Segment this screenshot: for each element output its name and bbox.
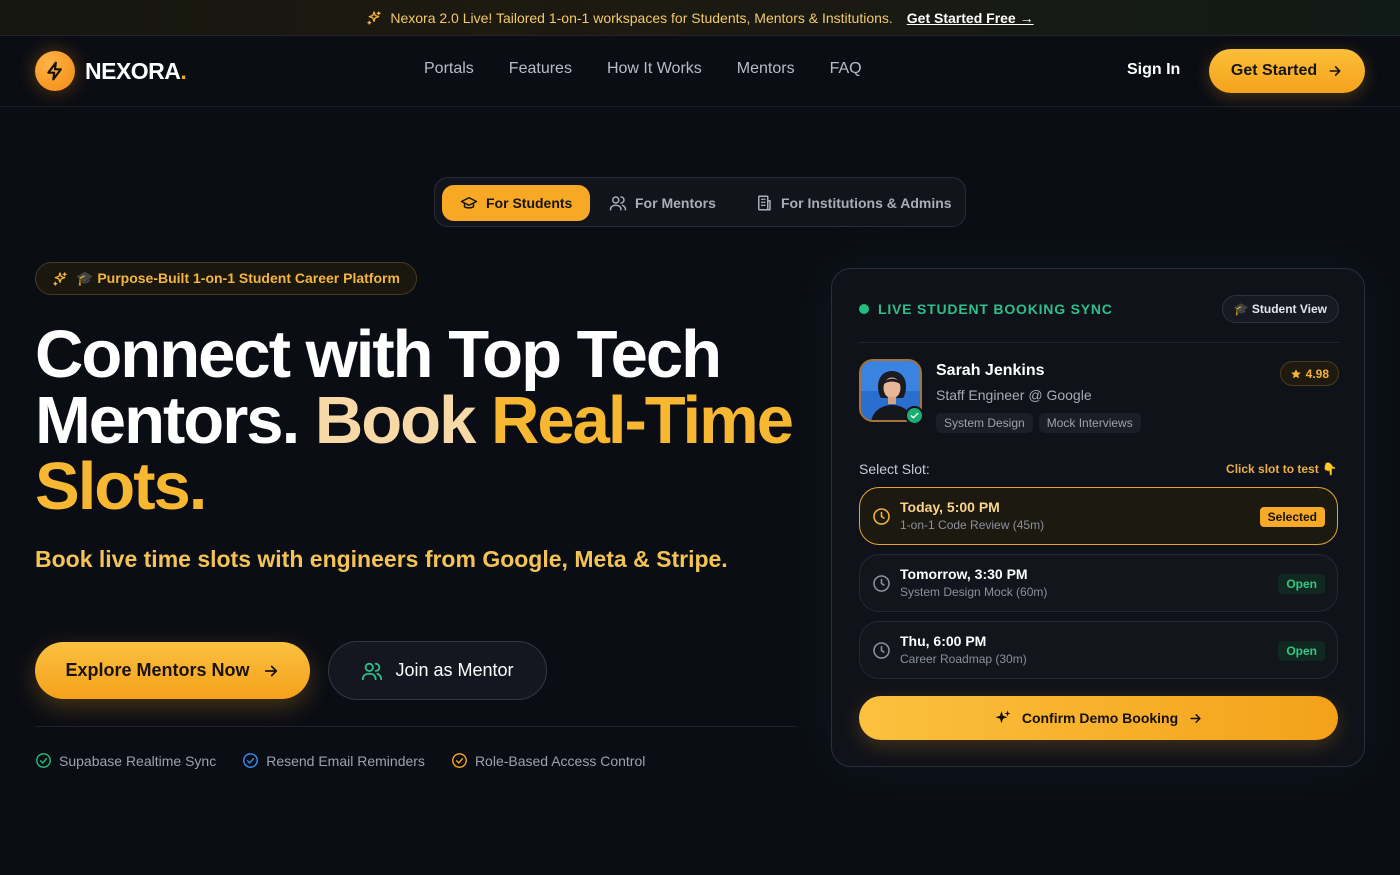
bolt-icon (35, 51, 75, 91)
join-as-mentor-button[interactable]: Join as Mentor (328, 641, 547, 700)
slot-time: Tomorrow, 3:30 PM (900, 566, 1028, 582)
check-circle-icon (35, 752, 52, 769)
slot-detail: System Design Mock (60m) (900, 585, 1048, 599)
badge-text: 🎓 Purpose-Built 1-on-1 Student Career Pl… (76, 270, 400, 286)
nav-link-faq[interactable]: FAQ (830, 60, 862, 78)
portal-tabs: For Students For Mentors For Institution… (434, 177, 966, 227)
mentor-tag: Mock Interviews (1038, 413, 1141, 433)
nav-link-mentors[interactable]: Mentors (737, 60, 795, 78)
feature-item: Role-Based Access Control (451, 752, 645, 769)
get-started-label: Get Started (1230, 62, 1318, 79)
explore-mentors-button[interactable]: Explore Mentors Now (35, 642, 310, 699)
arrow-right-icon (1188, 711, 1203, 726)
announcement-bar: Nexora 2.0 Live! Tailored 1-on-1 workspa… (0, 0, 1400, 36)
rating-badge: 4.98 (1279, 361, 1339, 386)
nav-link-features[interactable]: Features (509, 60, 572, 78)
mentor-role: Staff Engineer @ Google (936, 387, 1092, 403)
explore-mentors-label: Explore Mentors Now (65, 660, 250, 680)
live-status: LIVE STUDENT BOOKING SYNC (859, 301, 1113, 317)
feature-label: Supabase Realtime Sync (59, 752, 217, 769)
brand-name: NEXORA. (85, 57, 187, 84)
slot-status-badge: Open (1278, 641, 1325, 661)
live-dot-icon (859, 304, 869, 314)
live-label: LIVE STUDENT BOOKING SYNC (878, 301, 1113, 317)
hero-headline: Connect with Top Tech Mentors. Book Real… (35, 321, 815, 520)
headline-slots: Slots. (35, 449, 207, 524)
slot-detail: 1-on-1 Code Review (45m) (900, 518, 1045, 532)
select-slot-label: Select Slot: (859, 461, 930, 477)
tab-for-institutions[interactable]: For Institutions & Admins (755, 185, 952, 221)
divider (35, 726, 797, 727)
card-header: LIVE STUDENT BOOKING SYNC 🎓 Student View (859, 295, 1339, 343)
tab-for-mentors[interactable]: For Mentors (609, 185, 716, 221)
star-icon (1290, 368, 1302, 380)
headline-line-1: Connect with Top Tech (35, 317, 722, 392)
mentor-profile: Sarah Jenkins Staff Engineer @ Google Sy… (859, 359, 1339, 439)
headline-real-time: Real-Time (490, 383, 794, 458)
nav-link-how-it-works[interactable]: How It Works (607, 60, 702, 78)
student-view-pill[interactable]: 🎓 Student View (1221, 295, 1339, 323)
arrow-right-icon (262, 662, 280, 680)
users-icon (609, 194, 627, 212)
check-circle-icon (242, 752, 259, 769)
booking-card: LIVE STUDENT BOOKING SYNC 🎓 Student View… (831, 268, 1365, 767)
tab-label: For Students (486, 195, 573, 211)
headline-mentors: Mentors. (35, 383, 300, 458)
arrow-right-icon (1327, 63, 1343, 79)
slot-hint: Click slot to test 👇 (1226, 462, 1337, 476)
announcement-link[interactable]: Get Started Free → (907, 10, 1034, 26)
feature-label: Resend Email Reminders (266, 752, 425, 769)
clock-icon (872, 507, 891, 526)
confirm-label: Confirm Demo Booking (1021, 710, 1179, 726)
sparkle-icon (366, 10, 382, 26)
slot-detail: Career Roadmap (30m) (900, 652, 1027, 666)
tab-label: For Institutions & Admins (781, 195, 952, 211)
slot-time: Thu, 6:00 PM (900, 633, 987, 649)
slot-option-thursday[interactable]: Thu, 6:00 PM Career Roadmap (30m) Open (859, 621, 1338, 679)
mentor-name: Sarah Jenkins (936, 362, 1045, 379)
slot-status-badge: Open (1278, 574, 1325, 594)
confirm-booking-button[interactable]: Confirm Demo Booking (859, 696, 1338, 740)
get-started-button[interactable]: Get Started (1209, 49, 1365, 93)
slot-option-tomorrow[interactable]: Tomorrow, 3:30 PM System Design Mock (60… (859, 554, 1338, 612)
mentor-tags: System Design Mock Interviews (936, 413, 1141, 433)
tab-for-students[interactable]: For Students (442, 185, 591, 221)
feature-item: Resend Email Reminders (242, 752, 425, 769)
users-icon (361, 660, 383, 682)
hero-subhead: Book live time slots with engineers from… (35, 546, 728, 572)
slot-time: Today, 5:00 PM (900, 499, 1000, 515)
announcement-text: Nexora 2.0 Live! Tailored 1-on-1 workspa… (390, 9, 893, 26)
graduation-cap-icon (460, 194, 478, 212)
feature-label: Role-Based Access Control (474, 752, 646, 769)
check-circle-icon (451, 752, 468, 769)
rating-value: 4.98 (1305, 366, 1329, 381)
sparkle-icon (994, 709, 1012, 727)
feature-list: Supabase Realtime Sync Resend Email Remi… (35, 752, 645, 769)
sign-in-link[interactable]: Sign In (1127, 61, 1180, 79)
sparkle-icon (52, 271, 68, 287)
top-nav: NEXORA. Portals Features How It Works Me… (0, 36, 1400, 107)
clock-icon (872, 574, 891, 593)
slot-option-today[interactable]: Today, 5:00 PM 1-on-1 Code Review (45m) … (859, 487, 1338, 545)
verified-check-icon (905, 406, 924, 425)
building-icon (755, 194, 773, 212)
platform-badge: 🎓 Purpose-Built 1-on-1 Student Career Pl… (35, 262, 417, 295)
nav-links: Portals Features How It Works Mentors FA… (424, 60, 862, 78)
slot-status-badge: Selected (1259, 507, 1325, 527)
clock-icon (872, 641, 891, 660)
tab-label: For Mentors (635, 195, 716, 211)
feature-item: Supabase Realtime Sync (35, 752, 216, 769)
headline-book: Book (314, 383, 476, 458)
mentor-tag: System Design (936, 413, 1033, 433)
logo[interactable]: NEXORA. (35, 51, 187, 91)
nav-link-portals[interactable]: Portals (424, 60, 474, 78)
join-as-mentor-label: Join as Mentor (395, 660, 514, 680)
